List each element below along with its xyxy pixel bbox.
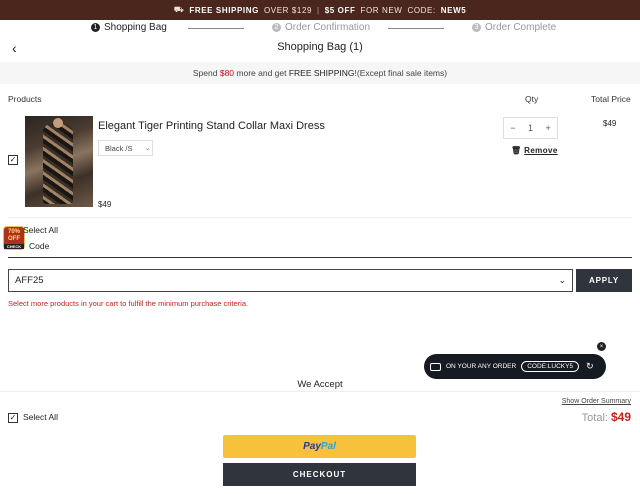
ticket-icon xyxy=(430,362,441,371)
free-shipping-notice: Spend $80 more and get FREE SHIPPING!(Ex… xyxy=(0,62,640,84)
column-total-price: Total Price xyxy=(591,94,631,104)
remove-label: Remove xyxy=(524,146,558,155)
remove-button[interactable]: 🗑 Remove xyxy=(511,146,558,155)
chevron-down-icon: ⌄ xyxy=(144,145,151,152)
checkout-steps: 1 Shopping Bag 2 Order Confirmation 3 Or… xyxy=(0,20,640,36)
code-divider xyxy=(8,257,632,258)
apply-button[interactable]: APPLY xyxy=(576,269,632,292)
checkout-footer: Show Order Summary ✓ Select All Total: $… xyxy=(0,391,640,494)
floating-promo-text: ON YOUR ANY ORDER xyxy=(446,363,517,370)
badge-line1: 70% xyxy=(7,229,20,235)
promo-over: OVER $129 xyxy=(263,5,313,15)
badge-line2: OFF xyxy=(8,236,20,242)
paypal-button[interactable]: Pay Pal xyxy=(223,435,416,458)
column-products: Products xyxy=(8,94,42,104)
step-label: Shopping Bag xyxy=(104,22,167,33)
discount-badge[interactable]: 70% OFF CHECK xyxy=(3,226,25,250)
product-image-dress xyxy=(43,124,73,204)
item-total-price: $49 xyxy=(603,119,617,128)
we-accept-heading: We Accept xyxy=(297,379,343,390)
step-number: 1 xyxy=(91,23,100,32)
truck-icon: ⛟ xyxy=(173,5,185,14)
step-connector xyxy=(188,28,244,29)
decrease-button[interactable]: − xyxy=(510,123,515,133)
badge-check: CHECK xyxy=(4,244,24,249)
variant-value: Black /S xyxy=(105,143,133,153)
paypal-pay: Pay xyxy=(303,441,321,452)
select-all-label[interactable]: Select All xyxy=(23,225,58,235)
item-price: $49 xyxy=(98,200,112,209)
chevron-down-icon: ⌄ xyxy=(558,275,566,285)
step-shopping-bag: 1 Shopping Bag xyxy=(91,22,167,33)
product-name[interactable]: Elegant Tiger Printing Stand Collar Maxi… xyxy=(98,120,325,132)
quantity-stepper[interactable]: − 1 + xyxy=(503,117,558,139)
step-number: 2 xyxy=(272,23,281,32)
page-header: ‹ Shopping Bag (1) xyxy=(0,38,640,60)
item-checkbox[interactable]: ✓ xyxy=(8,155,18,165)
promo-free-shipping: FREE SHIPPING xyxy=(189,5,259,15)
share-icon: ↻ xyxy=(586,361,594,371)
coupon-value: AFF25 xyxy=(15,275,44,286)
order-total: Total: $49 xyxy=(582,410,631,424)
close-icon[interactable]: × xyxy=(597,342,606,351)
increase-button[interactable]: + xyxy=(545,123,550,133)
step-number: 3 xyxy=(472,23,481,32)
show-order-summary-link[interactable]: Show Order Summary xyxy=(562,398,631,405)
step-label: Order Complete xyxy=(485,22,557,33)
coupon-select[interactable]: AFF25 ⌄ xyxy=(8,269,573,292)
select-all-checkbox[interactable]: ✓ xyxy=(8,413,18,423)
coupon-error: Select more products in your cart to ful… xyxy=(8,299,249,308)
promo-discount: $5 OFF xyxy=(324,5,356,15)
checkout-button[interactable]: CHECKOUT xyxy=(223,463,416,486)
step-order-complete: 3 Order Complete xyxy=(472,22,556,33)
column-qty: Qty xyxy=(525,94,539,104)
product-image[interactable] xyxy=(25,116,93,207)
shipping-amount: $80 xyxy=(219,68,235,78)
shipping-middle: more and get xyxy=(234,68,289,78)
page-title: Shopping Bag (1) xyxy=(277,41,363,53)
product-image-model xyxy=(53,118,63,128)
shipping-free: FREE SHIPPING xyxy=(288,68,355,78)
floating-promo[interactable]: ON YOUR ANY ORDER CODE:LUCKY5 ↻ xyxy=(424,354,606,379)
promo-for-new: FOR NEW xyxy=(360,5,403,15)
total-label: Total: xyxy=(581,412,608,424)
paypal-pal: Pal xyxy=(320,441,336,452)
divider xyxy=(8,217,632,218)
shipping-suffix: !(Except final sale items) xyxy=(354,68,448,78)
promo-code-label: CODE: xyxy=(407,5,436,15)
step-order-confirmation: 2 Order Confirmation xyxy=(272,22,370,33)
code-label: Code xyxy=(29,241,50,251)
quantity-value[interactable]: 1 xyxy=(528,123,533,133)
promo-divider: | xyxy=(317,5,320,15)
shipping-prefix: Spend xyxy=(192,68,220,78)
promo-bar: ⛟ FREE SHIPPING OVER $129 | $5 OFF FOR N… xyxy=(0,0,640,20)
variant-select[interactable]: Black /S ⌄ xyxy=(98,140,153,156)
trash-icon: 🗑 xyxy=(511,146,522,155)
total-value: $49 xyxy=(610,410,631,424)
step-connector xyxy=(388,28,444,29)
promo-code: NEW5 xyxy=(440,5,467,15)
step-label: Order Confirmation xyxy=(285,22,371,33)
floating-promo-code: CODE:LUCKY5 xyxy=(521,361,580,372)
select-all-label[interactable]: Select All xyxy=(23,412,58,422)
